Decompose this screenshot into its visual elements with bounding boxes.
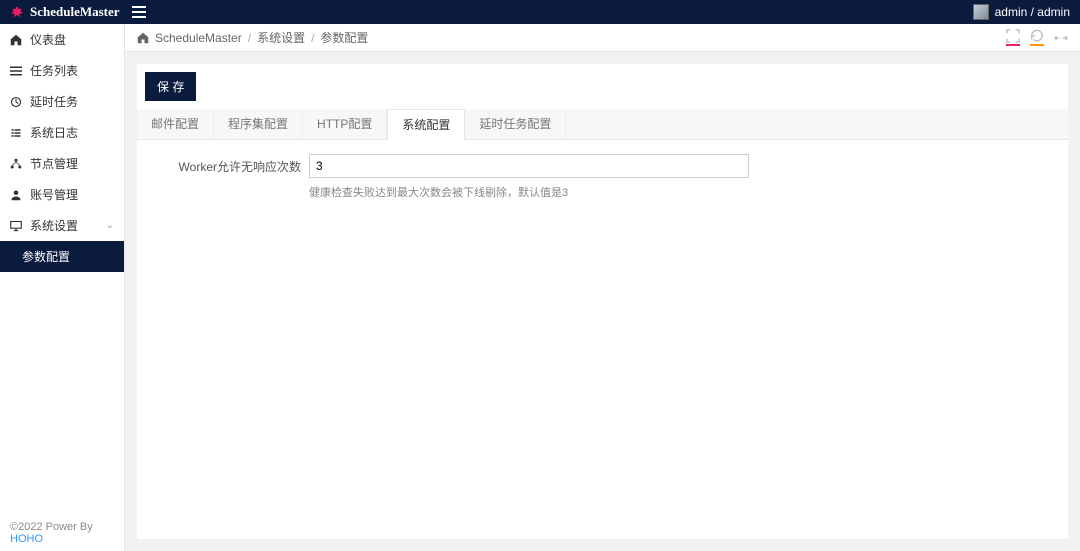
clock-icon — [10, 96, 22, 108]
expand-icon[interactable] — [1054, 31, 1068, 45]
breadcrumb-item: 参数配置 — [320, 29, 368, 46]
sidebar-item-settings[interactable]: 系统设置 ⌄ — [0, 210, 124, 241]
sidebar-footer: ©2022 Power By HOHO — [0, 515, 124, 551]
toolbar-icons — [1006, 29, 1068, 46]
brand-title: ScheduleMaster — [30, 4, 120, 20]
log-icon — [10, 127, 22, 139]
sidebar-item-label: 延时任务 — [30, 93, 78, 110]
breadcrumb: ScheduleMaster / 系统设置 / 参数配置 — [137, 29, 368, 46]
list-icon — [10, 65, 22, 77]
sidebar-item-label: 系统日志 — [30, 124, 78, 141]
tab-mail[interactable]: 邮件配置 — [137, 109, 214, 139]
breadcrumb-item[interactable]: ScheduleMaster — [155, 31, 242, 45]
header-right: admin / admin — [973, 4, 1070, 20]
fullscreen-icon[interactable] — [1006, 29, 1020, 46]
breadcrumb-separator: / — [248, 31, 251, 45]
tab-assembly[interactable]: 程序集配置 — [214, 109, 303, 139]
nodes-icon — [10, 158, 22, 170]
sidebar-item-logs[interactable]: 系统日志 — [0, 117, 124, 148]
sidebar-item-label: 仪表盘 — [30, 31, 66, 48]
form-row: Worker允许无响应次数 — [151, 154, 1054, 178]
save-button[interactable]: 保 存 — [145, 72, 196, 101]
user-label[interactable]: admin / admin — [995, 5, 1070, 19]
user-icon — [10, 189, 22, 201]
sidebar-item-dashboard[interactable]: 仪表盘 — [0, 24, 124, 55]
main-area: ScheduleMaster / 系统设置 / 参数配置 保 存 邮件配置 程序… — [125, 24, 1080, 551]
app-header: ScheduleMaster admin / admin — [0, 0, 1080, 24]
sidebar-item-label: 任务列表 — [30, 62, 78, 79]
monitor-icon — [10, 220, 22, 232]
header-left: ScheduleMaster — [10, 4, 146, 20]
avatar[interactable] — [973, 4, 989, 20]
tab-delayed[interactable]: 延时任务配置 — [465, 109, 566, 139]
sidebar-item-label: 账号管理 — [30, 186, 78, 203]
refresh-icon[interactable] — [1030, 29, 1044, 46]
sidebar-item-label: 系统设置 — [30, 217, 78, 234]
home-icon — [137, 32, 149, 44]
form-hint: 健康检查失败达到最大次数会被下线剔除，默认值是3 — [309, 184, 1054, 200]
form-area: Worker允许无响应次数 健康检查失败达到最大次数会被下线剔除，默认值是3 — [137, 140, 1068, 214]
sidebar-item-delayed[interactable]: 延时任务 — [0, 86, 124, 117]
footer-link[interactable]: HOHO — [10, 533, 43, 545]
save-bar: 保 存 — [137, 64, 1068, 101]
logo-icon — [10, 5, 24, 19]
sidebar-item-accounts[interactable]: 账号管理 — [0, 179, 124, 210]
sidebar-item-tasks[interactable]: 任务列表 — [0, 55, 124, 86]
breadcrumb-bar: ScheduleMaster / 系统设置 / 参数配置 — [125, 24, 1080, 52]
sidebar-item-nodes[interactable]: 节点管理 — [0, 148, 124, 179]
tabs: 邮件配置 程序集配置 HTTP配置 系统配置 延时任务配置 — [137, 109, 1068, 140]
form-label-worker: Worker允许无响应次数 — [151, 158, 301, 175]
tab-system[interactable]: 系统配置 — [387, 109, 465, 140]
breadcrumb-separator: / — [311, 31, 314, 45]
footer-text: ©2022 Power By — [10, 521, 93, 533]
sidebar: 仪表盘 任务列表 延时任务 系统日志 节点管理 账号管理 — [0, 24, 125, 551]
sidebar-menu: 仪表盘 任务列表 延时任务 系统日志 节点管理 账号管理 — [0, 24, 124, 515]
sidebar-subitem-params[interactable]: 参数配置 — [0, 241, 124, 272]
chevron-down-icon: ⌄ — [106, 220, 114, 231]
sidebar-item-label: 节点管理 — [30, 155, 78, 172]
breadcrumb-item[interactable]: 系统设置 — [257, 29, 305, 46]
sidebar-item-label: 参数配置 — [22, 248, 70, 265]
menu-toggle-icon[interactable] — [132, 6, 146, 18]
home-icon — [10, 34, 22, 46]
content-panel: 保 存 邮件配置 程序集配置 HTTP配置 系统配置 延时任务配置 Worker… — [137, 64, 1068, 539]
worker-noresponse-input[interactable] — [309, 154, 749, 178]
tab-http[interactable]: HTTP配置 — [303, 109, 387, 139]
